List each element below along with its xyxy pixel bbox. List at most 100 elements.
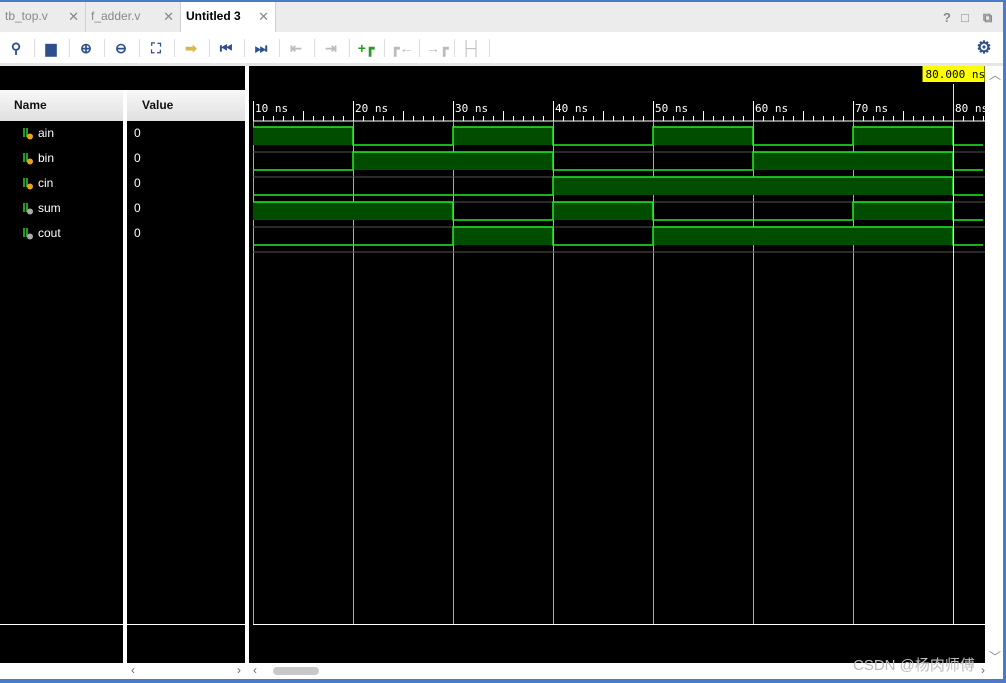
value-column-header[interactable]: Value	[127, 90, 245, 121]
signal-name: bin	[38, 151, 55, 165]
help-icon[interactable]: ?	[943, 10, 951, 25]
tick-label: 10 ns	[255, 102, 288, 115]
tick-label: 60 ns	[755, 102, 788, 115]
waveform-panel[interactable]: 10 ns 20 ns 30 ns 40 ns 50 ns 60 ns 70 ns 80 ns…	[249, 66, 988, 663]
divider	[104, 39, 105, 57]
go-to-start-icon[interactable]: ⏮	[216, 38, 236, 58]
waveform-high-cout	[753, 227, 853, 245]
waveform-high-bin	[453, 152, 553, 170]
signal-row-cout[interactable]: cout 0	[0, 221, 245, 246]
signal-icon	[23, 128, 33, 140]
waveform-high-cin	[853, 177, 953, 195]
previous-marker-icon[interactable]: ┏←	[391, 38, 413, 58]
next-marker-icon[interactable]: →┏	[426, 38, 448, 58]
signal-value: 0	[134, 151, 141, 165]
signal-icon	[23, 178, 33, 190]
tick-label: 70 ns	[855, 102, 888, 115]
close-icon[interactable]: ✕	[258, 3, 269, 31]
go-to-cursor-icon[interactable]: ➡	[181, 38, 201, 58]
waveform-high-sum	[253, 202, 353, 220]
signal-row-ain[interactable]: ain 0	[0, 121, 245, 146]
scroll-thumb[interactable]	[273, 667, 319, 675]
waveform-high-bin	[353, 152, 453, 170]
signal-name: ain	[38, 126, 55, 140]
maximize-icon[interactable]: □	[961, 10, 969, 25]
divider	[69, 39, 70, 57]
zoom-fit-icon[interactable]: ⛶	[146, 38, 166, 58]
waveform-high-cin	[653, 177, 753, 195]
scroll-up-icon[interactable]: ︿	[989, 66, 1001, 83]
divider	[0, 624, 245, 625]
waveform-high-sum	[353, 202, 453, 220]
tab-bar: tb_top.v ✕ f_adder.v ✕ Untitled 3 ✕ ? □ ⧉	[0, 2, 1003, 32]
name-column-header[interactable]: Name	[0, 90, 123, 121]
divider	[454, 39, 455, 57]
previous-transition-icon[interactable]: ⇤	[286, 38, 306, 58]
tick-label: 30 ns	[455, 102, 488, 115]
waveform-high-ain	[253, 127, 353, 145]
signal-icon	[23, 228, 33, 240]
signal-row-bin[interactable]: bin 0	[0, 146, 245, 171]
signal-icon	[23, 153, 33, 165]
tab-label: tb_top.v	[5, 9, 48, 23]
divider	[314, 39, 315, 57]
waveform-high-sum	[853, 202, 953, 220]
scroll-down-icon[interactable]: ﹀	[989, 648, 1001, 665]
tab-f-adder[interactable]: f_adder.v ✕	[86, 2, 181, 32]
scroll-left-icon[interactable]: ‹	[131, 663, 135, 677]
divider	[244, 39, 245, 57]
signal-name: cin	[38, 176, 54, 190]
waveform-vertical-scrollbar[interactable]: ︿ ﹀	[985, 66, 1003, 678]
signal-name: cout	[38, 226, 61, 240]
tab-label: Untitled 3	[186, 9, 241, 23]
waveform-high-cin	[753, 177, 853, 195]
value-horizontal-scrollbar[interactable]: ‹ ›	[127, 663, 245, 678]
close-icon[interactable]: ✕	[163, 3, 174, 31]
signal-value: 0	[134, 226, 141, 240]
save-icon[interactable]: ▆	[41, 38, 61, 58]
divider	[489, 39, 490, 57]
tick-label: 40 ns	[555, 102, 588, 115]
tab-untitled-3[interactable]: Untitled 3 ✕	[181, 2, 276, 32]
signal-row-sum[interactable]: sum 0	[0, 196, 245, 221]
tick-label: 80 ns	[955, 102, 985, 115]
waveform-high-bin	[853, 152, 953, 170]
divider	[174, 39, 175, 57]
go-to-end-icon[interactable]: ⏭	[251, 38, 271, 58]
waveform-high-bin	[753, 152, 853, 170]
signal-value: 0	[134, 201, 141, 215]
signal-value: 0	[134, 176, 141, 190]
signal-icon	[23, 203, 33, 215]
tab-tb-top[interactable]: tb_top.v ✕	[0, 2, 86, 32]
divider	[209, 39, 210, 57]
divider	[34, 39, 35, 57]
close-icon[interactable]: ✕	[68, 3, 79, 31]
add-marker-icon[interactable]: +┏	[356, 38, 376, 58]
zoom-out-icon[interactable]: ⊖	[111, 38, 131, 58]
tab-label: f_adder.v	[91, 9, 141, 23]
tick-label: 50 ns	[655, 102, 688, 115]
signal-row-cin[interactable]: cin 0	[0, 171, 245, 196]
waveform-high-cout	[653, 227, 753, 245]
next-transition-icon[interactable]: ⇥	[321, 38, 341, 58]
swap-cursors-icon[interactable]: ├┤	[461, 38, 481, 58]
search-icon[interactable]: ⚲	[6, 38, 26, 58]
tick-label: 20 ns	[355, 102, 388, 115]
divider	[384, 39, 385, 57]
divider	[349, 39, 350, 57]
waveform-canvas[interactable]: 10 ns 20 ns 30 ns 40 ns 50 ns 60 ns 70 ns 80 ns…	[249, 66, 988, 663]
waveform-high-cin	[553, 177, 653, 195]
toolbar: ⚲ ▆ ⊕ ⊖ ⛶ ➡ ⏮ ⏭ ⇤ ⇥ +┏ ┏← →┏ ├┤ ⚙	[0, 32, 1003, 63]
waveform-high-cout	[853, 227, 953, 245]
float-icon[interactable]: ⧉	[983, 10, 992, 26]
zoom-in-icon[interactable]: ⊕	[76, 38, 96, 58]
scroll-right-icon[interactable]: ›	[237, 663, 241, 677]
waveform-high-ain	[853, 127, 953, 145]
scroll-left-icon[interactable]: ‹	[253, 663, 257, 677]
settings-icon[interactable]: ⚙	[974, 38, 994, 58]
signal-value: 0	[134, 126, 141, 140]
waveform-high-cout	[453, 227, 553, 245]
waveform-high-sum	[553, 202, 653, 220]
waveform-high-ain	[453, 127, 553, 145]
divider	[139, 39, 140, 57]
